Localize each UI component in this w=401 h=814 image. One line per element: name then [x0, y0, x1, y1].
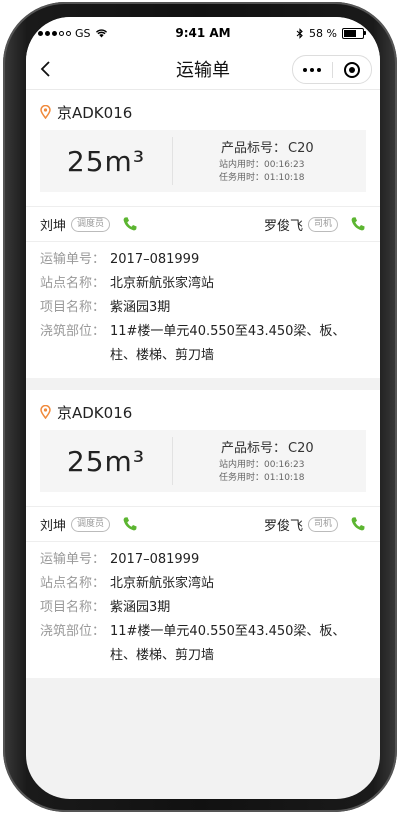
- driver-role-badge: 司机: [307, 516, 338, 532]
- detail-value: 11#楼一单元40.550至43.450梁、板、柱、楼梯、剪刀墙: [110, 324, 346, 363]
- target-circle-icon: [343, 61, 360, 78]
- detail-row: 运输单号： 2017–081999: [40, 248, 366, 272]
- station-time: 站内用时：00:16:23: [219, 160, 305, 170]
- detail-label: 浇筑部位：: [40, 324, 106, 339]
- more-dots-icon: [303, 67, 322, 72]
- volume-value: 25m³: [66, 144, 146, 178]
- detail-label: 项目名称：: [40, 300, 106, 315]
- location-pin-icon: [40, 105, 51, 119]
- driver-name: 罗俊飞: [263, 518, 303, 534]
- station-time: 站内用时：00:16:23: [219, 460, 305, 470]
- page-title: 运输单: [176, 60, 230, 81]
- call-dispatcher-button[interactable]: [122, 216, 138, 232]
- product-grade-value: C20: [288, 441, 314, 456]
- call-driver-button[interactable]: [350, 516, 366, 532]
- detail-row: 站点名称： 北京新航张家湾站: [40, 572, 366, 596]
- call-driver-button[interactable]: [350, 216, 366, 232]
- product-grade-label: 产品标号：: [221, 141, 287, 156]
- task-time: 任务用时：01:10:18: [219, 173, 305, 183]
- detail-value: 2017–081999: [110, 552, 200, 567]
- detail-value: 11#楼一单元40.550至43.450梁、板、柱、楼梯、剪刀墙: [110, 624, 346, 663]
- detail-value: 北京新航张家湾站: [110, 576, 215, 591]
- detail-label: 项目名称：: [40, 600, 106, 615]
- detail-label: 站点名称：: [40, 576, 106, 591]
- order-list: 京ADK016 25m³ 产品标号： C20 站内用时：00:16:23 任务用时…: [26, 90, 380, 799]
- dispatcher-role-badge: 调度员: [71, 516, 111, 532]
- dispatcher: 刘坤 调度员: [40, 215, 138, 234]
- nav-bar: 运输单: [26, 49, 380, 90]
- close-mini-program-button[interactable]: [333, 56, 372, 83]
- detail-label: 浇筑部位：: [40, 624, 106, 639]
- phone-frame: GS 9:41 AM 58 % 运输单 京ADK016 25m³ 产品标号： C…: [3, 2, 397, 812]
- detail-label: 运输单号：: [40, 552, 106, 567]
- order-summary: 25m³ 产品标号： C20 站内用时：00:16:23 任务用时：01:10:1…: [40, 430, 366, 492]
- order-summary: 25m³ 产品标号： C20 站内用时：00:16:23 任务用时：01:10:1…: [40, 130, 366, 192]
- dispatcher-role-badge: 调度员: [71, 216, 111, 232]
- order-details: 运输单号： 2017–081999 站点名称： 北京新航张家湾站 项目名称： 紫涵园3…: [26, 242, 380, 378]
- signal-strength-icon: [38, 30, 71, 36]
- screen: GS 9:41 AM 58 % 运输单 京ADK016 25m³ 产品标号： C…: [26, 17, 380, 799]
- order-card[interactable]: 京ADK016 25m³ 产品标号： C20 站内用时：00:16:23 任务用时…: [26, 390, 380, 678]
- detail-row: 站点名称： 北京新航张家湾站: [40, 272, 366, 296]
- detail-value: 紫涵园3期: [110, 600, 171, 615]
- dispatcher-name: 刘坤: [40, 218, 67, 234]
- status-bar: GS 9:41 AM 58 %: [26, 17, 380, 49]
- wifi-icon: [95, 29, 107, 38]
- detail-row: 项目名称： 紫涵园3期: [40, 596, 366, 620]
- bluetooth-icon: [296, 27, 303, 39]
- phone-icon: [123, 517, 137, 531]
- product-grade-label: 产品标号：: [221, 441, 287, 456]
- order-details: 运输单号： 2017–081999 站点名称： 北京新航张家湾站 项目名称： 紫涵园3…: [26, 542, 380, 678]
- station-row: 京ADK016: [40, 100, 366, 124]
- product-grade-value: C20: [288, 141, 314, 156]
- battery-icon: [342, 27, 366, 39]
- battery-percent: 58 %: [309, 26, 337, 40]
- order-card[interactable]: 京ADK016 25m³ 产品标号： C20 站内用时：00:16:23 任务用时…: [26, 90, 380, 378]
- contacts-row: 刘坤 调度员 罗俊飞 司机: [26, 206, 380, 242]
- detail-label: 运输单号：: [40, 252, 106, 267]
- task-time: 任务用时：01:10:18: [219, 473, 305, 483]
- volume-value: 25m³: [66, 444, 146, 478]
- detail-value: 2017–081999: [110, 252, 200, 267]
- driver: 罗俊飞 司机: [264, 515, 366, 534]
- phone-icon: [123, 217, 137, 231]
- carrier-label: GS: [75, 26, 91, 40]
- driver-name: 罗俊飞: [263, 218, 303, 234]
- detail-label: 站点名称：: [40, 276, 106, 291]
- detail-row: 运输单号： 2017–081999: [40, 548, 366, 572]
- detail-row: 项目名称： 紫涵园3期: [40, 296, 366, 320]
- vehicle-plate: 京ADK016: [57, 403, 133, 422]
- phone-icon: [351, 517, 365, 531]
- detail-row: 浇筑部位： 11#楼一单元40.550至43.450梁、板、柱、楼梯、剪刀墙: [40, 320, 366, 368]
- contacts-row: 刘坤 调度员 罗俊飞 司机: [26, 506, 380, 542]
- location-pin-icon: [40, 405, 51, 419]
- station-row: 京ADK016: [40, 400, 366, 424]
- mini-program-capsule: [292, 55, 372, 84]
- back-arrow-icon[interactable]: [36, 59, 56, 79]
- phone-icon: [351, 217, 365, 231]
- dispatcher-name: 刘坤: [40, 518, 67, 534]
- detail-value: 北京新航张家湾站: [110, 276, 215, 291]
- more-menu-button[interactable]: [293, 56, 332, 83]
- driver: 罗俊飞 司机: [264, 215, 366, 234]
- dispatcher: 刘坤 调度员: [40, 515, 138, 534]
- driver-role-badge: 司机: [307, 216, 338, 232]
- vehicle-plate: 京ADK016: [57, 103, 133, 122]
- call-dispatcher-button[interactable]: [122, 516, 138, 532]
- detail-value: 紫涵园3期: [110, 300, 171, 315]
- detail-row: 浇筑部位： 11#楼一单元40.550至43.450梁、板、柱、楼梯、剪刀墙: [40, 620, 366, 668]
